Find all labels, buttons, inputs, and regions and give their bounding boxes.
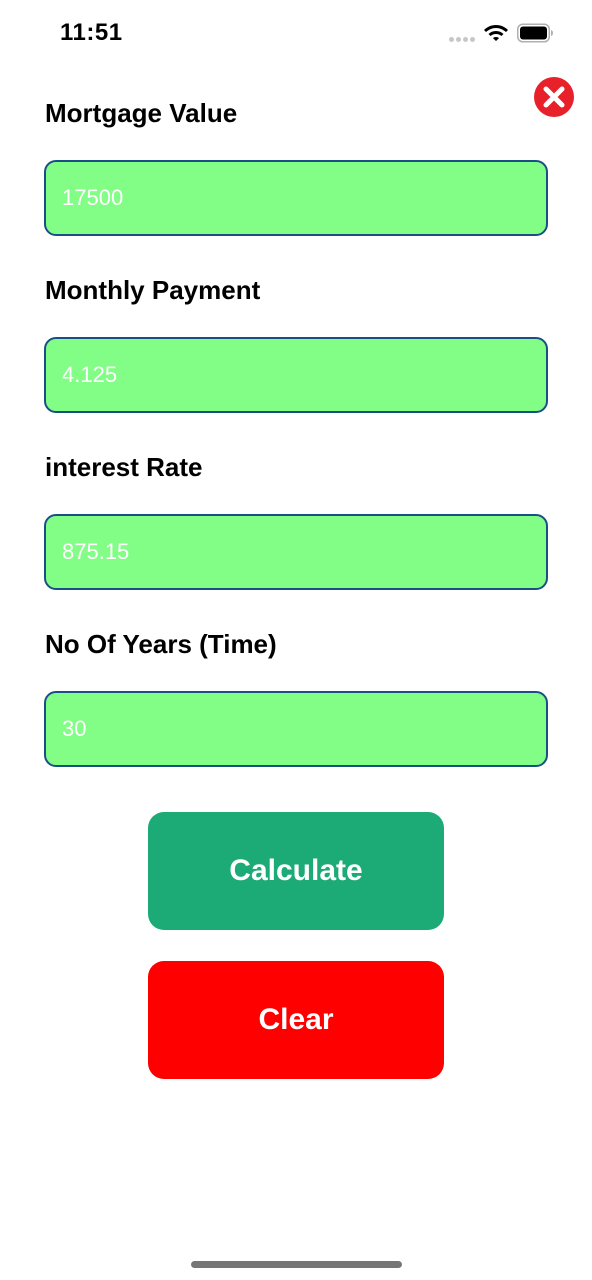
- status-bar: 11:51: [0, 0, 592, 68]
- clear-button[interactable]: Clear: [148, 961, 444, 1079]
- close-icon[interactable]: [533, 76, 575, 118]
- monthly-payment-input[interactable]: [44, 337, 548, 413]
- mortgage-calculator-screen: 11:51 Mortgage Value Monthly Payment int…: [0, 0, 592, 1280]
- years-input[interactable]: [44, 691, 548, 767]
- battery-icon: [517, 23, 553, 43]
- interest-rate-label: interest Rate: [45, 452, 203, 482]
- monthly-payment-label: Monthly Payment: [45, 275, 261, 305]
- calculate-button[interactable]: Calculate: [148, 812, 444, 930]
- status-time: 11:51: [60, 19, 123, 46]
- mortgage-value-label: Mortgage Value: [45, 98, 238, 128]
- mortgage-value-input[interactable]: [44, 160, 548, 236]
- cellular-signal-icon: [449, 37, 477, 43]
- interest-rate-input[interactable]: [44, 514, 548, 590]
- wifi-icon: [484, 25, 508, 41]
- home-indicator[interactable]: [191, 1261, 402, 1268]
- years-label: No Of Years (Time): [45, 629, 277, 659]
